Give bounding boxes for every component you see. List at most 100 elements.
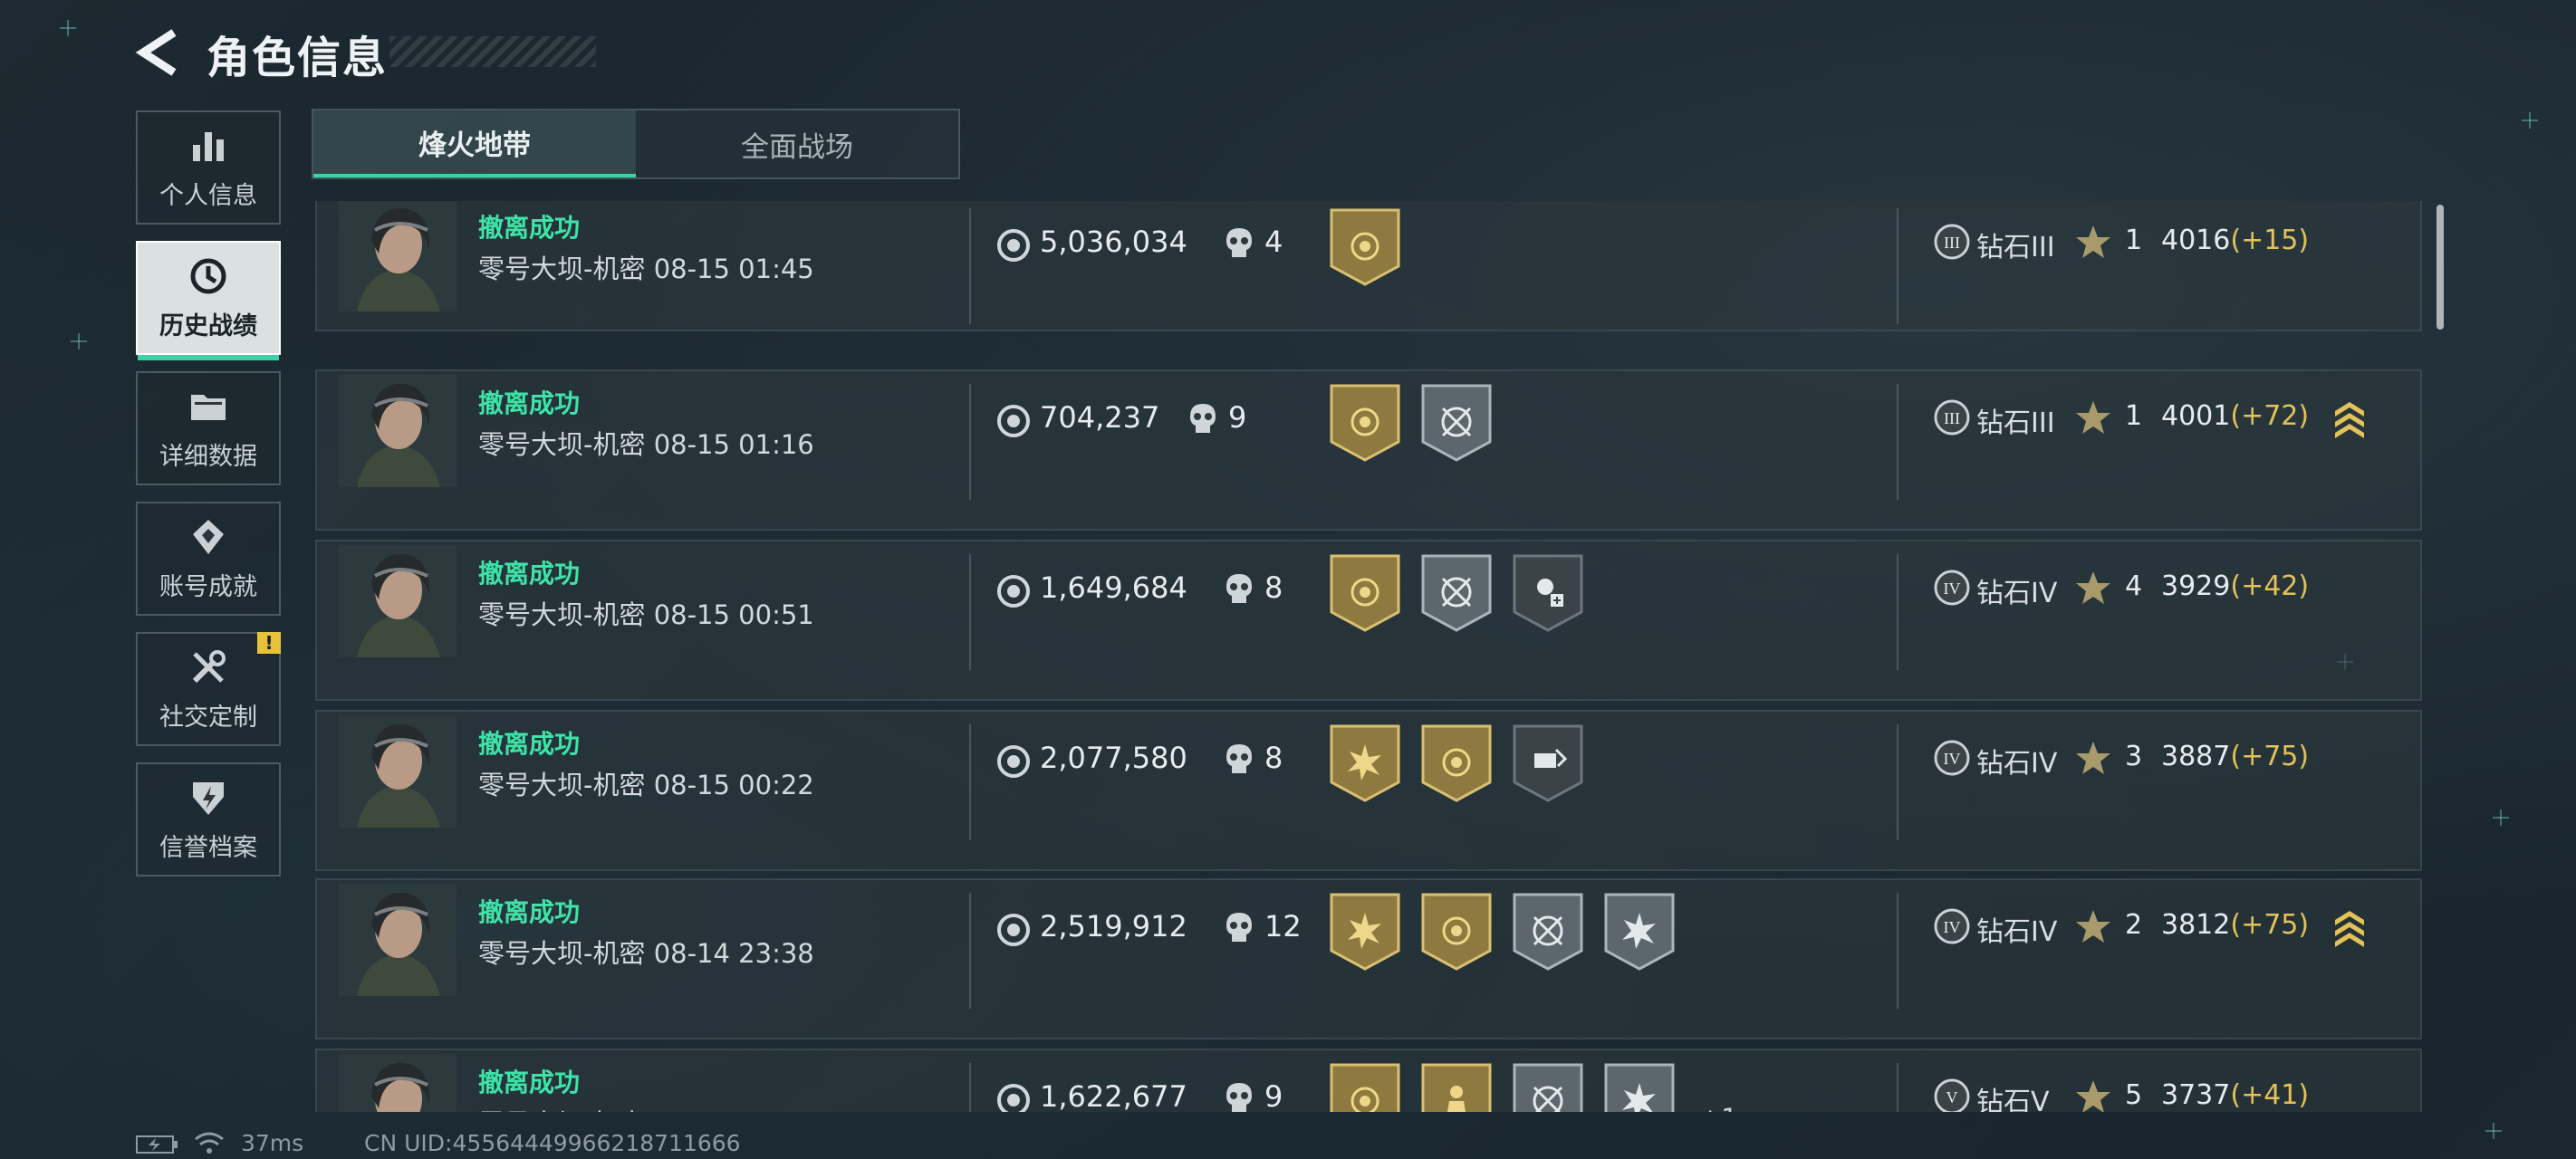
rank-score: 3929(+42) <box>2161 570 2309 602</box>
medal-silver-burst-icon[interactable] <box>1604 1063 1675 1112</box>
medal-silver-crosshair-icon[interactable] <box>1421 554 1492 632</box>
medal-silver-burst-icon[interactable] <box>1604 893 1675 971</box>
avatar <box>339 375 457 487</box>
score-delta: (+15) <box>2230 225 2310 256</box>
map-name: 零号大坝-机密 <box>478 599 646 630</box>
divider <box>969 384 971 500</box>
star-icon <box>2076 571 2110 604</box>
sidebar-item-social[interactable]: 社交定制 ! <box>136 632 281 746</box>
tab-hazard-zone[interactable]: 烽火地带 <box>313 110 636 177</box>
coin-icon <box>997 745 1030 778</box>
sidebar-item-history[interactable]: 历史战绩 <box>136 241 281 360</box>
match-map-time: 零号大坝-机密 08-15 00:22 <box>478 764 814 802</box>
warning-badge: ! <box>257 632 281 654</box>
match-history-list: 撤离成功 零号大坝-机密 08-15 01:45 5,036,034 4 III… <box>315 201 2422 1112</box>
sidebar-item-label: 信誉档案 <box>159 833 257 862</box>
match-row[interactable]: 撤离成功 零号大坝-机密 08-15 00:22 2,077,580 8 IV … <box>315 710 2422 871</box>
decor-cross <box>2522 112 2538 129</box>
extraction-value: 704,237 <box>1040 400 1160 435</box>
medal-gold-burst-icon[interactable] <box>1330 724 1400 802</box>
star-icon <box>2076 225 2110 258</box>
medal-gold-shield-icon[interactable] <box>1330 554 1400 632</box>
rank-name: 钻石III <box>1976 407 2055 439</box>
medal-dark-medic-icon[interactable] <box>1513 554 1583 632</box>
match-row[interactable]: 撤离成功 零号大坝-机密 08-15 01:16 704,237 9 III 钻… <box>315 369 2422 531</box>
svg-text:III: III <box>1944 409 1960 427</box>
sidebar-item-reputation[interactable]: 信誉档案 <box>136 762 281 876</box>
divider <box>969 724 971 840</box>
rank-badge-icon: IV <box>1934 908 1970 944</box>
medal-gold-shield-icon[interactable] <box>1330 208 1400 286</box>
sidebar-item-label: 历史战绩 <box>159 311 257 340</box>
medal-gold-shield-icon[interactable] <box>1421 893 1492 971</box>
sidebar-item-personal-info[interactable]: 个人信息 <box>136 110 281 225</box>
back-button[interactable] <box>134 27 181 78</box>
medal-silver-crosshair-icon[interactable] <box>1513 893 1583 971</box>
skull-icon <box>1226 913 1252 942</box>
scrollbar[interactable] <box>2437 205 2444 330</box>
divider <box>969 208 971 324</box>
tools-icon <box>192 649 226 683</box>
score-value: 4001 <box>2161 400 2231 432</box>
rank-score: 3737(+41) <box>2161 1079 2309 1111</box>
medal-gold-shield-icon[interactable] <box>1330 384 1400 462</box>
score-value: 3887 <box>2161 741 2231 772</box>
medal-dark-gear-icon[interactable] <box>1513 724 1583 802</box>
match-status: 撤离成功 <box>478 1068 581 1097</box>
medal-silver-crosshair-icon[interactable] <box>1421 384 1492 462</box>
divider <box>1897 384 1898 500</box>
extraction-value: 1,622,677 <box>1040 1079 1187 1112</box>
kill-count: 8 <box>1264 570 1283 605</box>
kill-count: 9 <box>1264 1079 1283 1112</box>
match-status: 撤离成功 <box>478 729 581 759</box>
medal-gold-shield-icon[interactable] <box>1421 724 1492 802</box>
star-count: 3 <box>2125 741 2143 772</box>
coin-icon <box>997 1084 1030 1112</box>
match-time: 08-14 23:00 <box>654 1108 814 1112</box>
match-time: 08-15 01:16 <box>653 429 814 460</box>
star-count: 2 <box>2125 909 2143 941</box>
coin-icon <box>997 575 1030 608</box>
ping-value: 37ms <box>241 1130 304 1156</box>
more-medals-count[interactable]: +1 <box>1699 1103 1738 1112</box>
svg-text:IV: IV <box>1944 918 1961 936</box>
star-icon <box>2076 401 2110 434</box>
match-time: 08-15 00:51 <box>653 599 814 630</box>
rank-score: 3812(+75) <box>2161 909 2309 941</box>
map-name: 零号大坝-机密 <box>478 1108 645 1112</box>
extraction-value: 5,036,034 <box>1040 225 1187 259</box>
match-row[interactable]: 撤离成功 零号大坝-机密 08-14 23:38 2,519,912 12 IV… <box>315 878 2422 1039</box>
medal-gold-figure-icon[interactable] <box>1421 1063 1492 1112</box>
achievement-icon <box>193 519 224 554</box>
extraction-value: 2,519,912 <box>1040 909 1187 943</box>
skull-icon <box>1226 228 1252 257</box>
match-row[interactable]: 撤离成功 零号大坝-机密 08-15 00:51 1,649,684 8 IV … <box>315 540 2422 701</box>
rank-name: 钻石III <box>1976 232 2055 263</box>
sidebar-item-detailed-data[interactable]: 详细数据 <box>136 371 281 485</box>
match-status: 撤离成功 <box>478 388 581 418</box>
title-decor <box>389 36 596 67</box>
tab-total-war[interactable]: 全面战场 <box>636 110 958 177</box>
match-row[interactable]: 撤离成功 零号大坝-机密 08-15 01:45 5,036,034 4 III… <box>315 201 2422 331</box>
medal-silver-crosshair-icon[interactable] <box>1513 1063 1583 1112</box>
rank-up-icon <box>2335 911 2364 947</box>
star-count: 1 <box>2125 400 2143 432</box>
sidebar-item-achievements[interactable]: 账号成就 <box>136 502 281 616</box>
shield-icon <box>193 781 224 815</box>
map-name: 零号大坝-机密 <box>478 938 646 969</box>
star-count: 5 <box>2125 1079 2143 1111</box>
match-row[interactable]: 撤离成功 零号大坝-机密 08-14 23:00 1,622,677 9 +1 V… <box>315 1049 2422 1112</box>
match-map-time: 零号大坝-机密 08-15 01:16 <box>478 424 814 462</box>
star-icon <box>2076 1080 2110 1112</box>
user-uid: CN UID:45564449966218711666 <box>364 1130 741 1156</box>
divider <box>969 554 971 670</box>
medal-gold-burst-icon[interactable] <box>1330 893 1400 971</box>
coin-icon <box>997 229 1030 262</box>
medal-gold-shield-icon[interactable] <box>1330 1063 1400 1112</box>
bar-chart-icon <box>193 131 224 161</box>
match-map-time: 零号大坝-机密 08-15 01:45 <box>478 248 814 286</box>
mode-tabs: 烽火地带 全面战场 <box>312 109 960 179</box>
star-count: 4 <box>2125 570 2143 602</box>
sidebar-item-label: 社交定制 <box>159 703 257 732</box>
rank-score: 3887(+75) <box>2161 741 2309 772</box>
